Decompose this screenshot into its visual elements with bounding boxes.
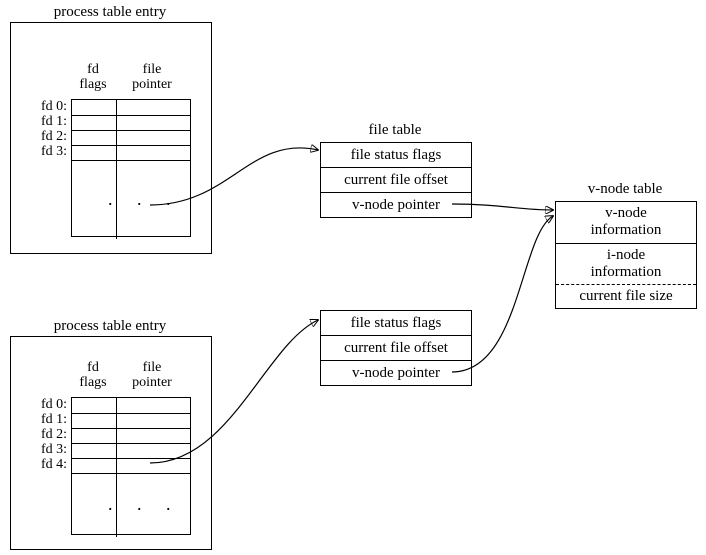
proc2-title: process table entry — [10, 318, 210, 335]
proc1-title: process table entry — [10, 4, 210, 21]
table-row — [72, 428, 190, 443]
proc2-fd-table: . . . — [71, 397, 191, 535]
table-row — [72, 145, 190, 160]
proc2-fd-rest: . . . — [72, 473, 190, 537]
proc2-hdr-ptr: filepointer — [117, 361, 187, 390]
table-row — [72, 115, 190, 130]
proc2-fd1-label: fd 1: — [27, 412, 67, 427]
ft2-vnode-ptr: v-node pointer — [321, 360, 471, 385]
proc2-fd3-label: fd 3: — [27, 442, 67, 457]
vn-inode-info: i-nodeinformation — [556, 243, 696, 285]
file-table-2: file status flags current file offset v-… — [320, 310, 472, 386]
file-table-title: file table — [320, 122, 470, 139]
proc2-box: fdflags filepointer fd 0: fd 1: fd 2: fd… — [10, 336, 212, 550]
proc1-fd1-label: fd 1: — [27, 114, 67, 129]
proc1-fd-table: . . . — [71, 99, 191, 237]
table-row — [72, 130, 190, 145]
file-table-1: file status flags current file offset v-… — [320, 142, 472, 218]
ft2-status-flags: file status flags — [321, 311, 471, 335]
proc1-hdr-flags: fdflags — [73, 63, 113, 92]
proc1-fd-rest: . . . — [72, 160, 190, 239]
proc1-hdr-ptr: filepointer — [117, 63, 187, 92]
ft2-offset: current file offset — [321, 335, 471, 360]
vn-file-size: current file size — [556, 284, 696, 308]
proc2-hdr-flags: fdflags — [73, 361, 113, 390]
table-row — [72, 398, 190, 413]
proc1-dots: . . . — [108, 189, 181, 210]
table-row — [72, 443, 190, 458]
table-row — [72, 458, 190, 473]
diagram-stage: process table entry fdflags filepointer … — [0, 0, 706, 555]
ft1-offset: current file offset — [321, 167, 471, 192]
proc2-fd0-label: fd 0: — [27, 397, 67, 412]
proc2-fd2-label: fd 2: — [27, 427, 67, 442]
proc2-dots: . . . — [108, 494, 181, 515]
table-row — [72, 100, 190, 115]
proc2-fd4-label: fd 4: — [27, 457, 67, 472]
proc1-fd2-label: fd 2: — [27, 129, 67, 144]
ft1-vnode-ptr: v-node pointer — [321, 192, 471, 217]
vn-vnode-info: v-nodeinformation — [556, 202, 696, 243]
ft1-status-flags: file status flags — [321, 143, 471, 167]
vnode-table-title: v-node table — [555, 181, 695, 198]
vnode-table: v-nodeinformation i-nodeinformation curr… — [555, 201, 697, 309]
table-row — [72, 413, 190, 428]
proc1-fd3-label: fd 3: — [27, 144, 67, 159]
proc1-fd0-label: fd 0: — [27, 99, 67, 114]
proc1-box: fdflags filepointer fd 0: fd 1: fd 2: fd… — [10, 22, 212, 254]
